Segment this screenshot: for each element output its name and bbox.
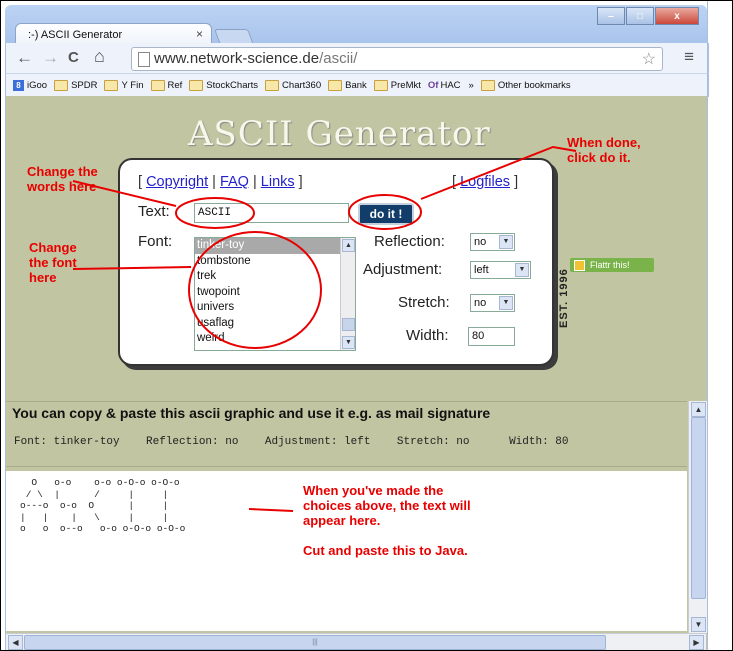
font-list-circle <box>188 231 322 349</box>
arrow-to-do-it <box>420 145 577 200</box>
screenshot-frame: :-) ASCII Generator × – □ x ← → C ⌂ www.… <box>0 0 733 651</box>
annotation-change-words: Change the words here <box>27 164 98 194</box>
annotation-when-done: When done, click do it. <box>567 135 641 165</box>
annotation-change-font: Change the font here <box>29 240 77 285</box>
annotation-result-note: When you've made the choices above, the … <box>303 483 471 558</box>
arrow-to-output <box>248 508 294 512</box>
text-input-circle <box>175 197 255 229</box>
do-it-circle <box>348 194 422 230</box>
arrow-to-font-list <box>72 266 192 270</box>
